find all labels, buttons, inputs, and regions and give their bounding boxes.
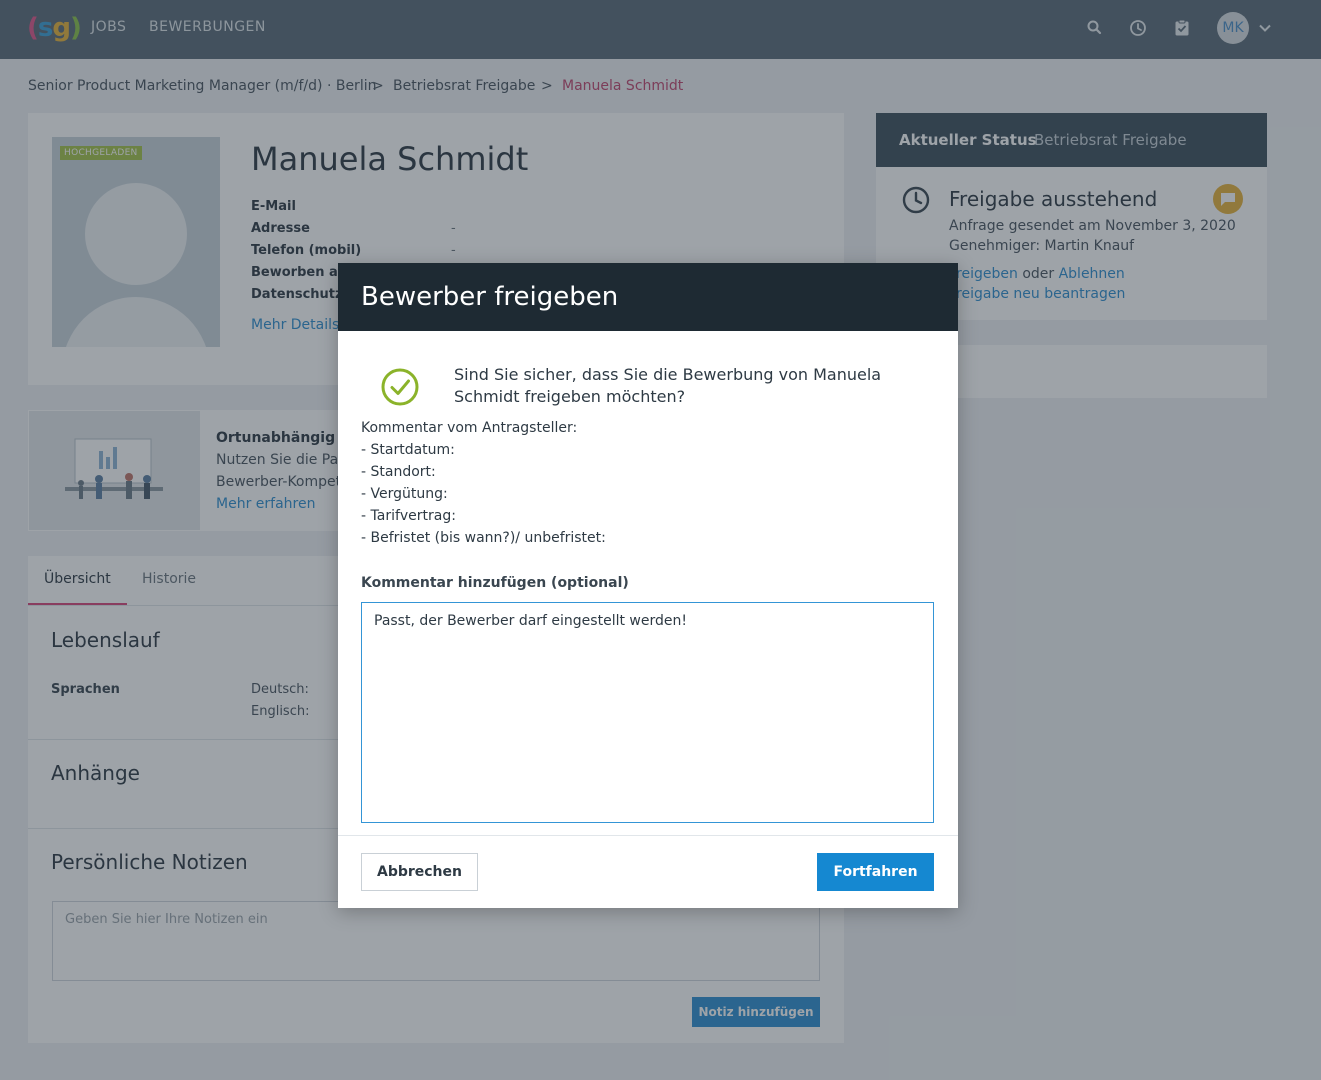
dialog-question: Sind Sie sicher, dass Sie die Bewerbung … [454, 365, 882, 406]
requester-comment-line: - Vergütung: [361, 486, 448, 502]
continue-button[interactable]: Fortfahren [817, 853, 934, 891]
add-comment-label: Kommentar hinzufügen (optional) [361, 575, 629, 591]
cancel-button[interactable]: Abbrechen [361, 853, 478, 891]
comment-textarea[interactable]: Passt, der Bewerber darf eingestellt wer… [361, 602, 934, 823]
check-circle-icon [381, 368, 419, 406]
requester-comment-line: - Befristet (bis wann?)/ unbefristet: [361, 530, 606, 546]
requester-comment-line: Kommentar vom Antragsteller: [361, 420, 578, 436]
approve-dialog: Bewerber freigeben Sind Sie sicher, dass… [338, 263, 958, 908]
requester-comment-line: - Standort: [361, 464, 436, 480]
divider [338, 835, 958, 836]
requester-comment-line: - Startdatum: [361, 442, 455, 458]
requester-comment-line: - Tarifvertrag: [361, 508, 456, 524]
dialog-header: Bewerber freigeben [338, 263, 958, 331]
dialog-title: Bewerber freigeben [361, 282, 619, 312]
